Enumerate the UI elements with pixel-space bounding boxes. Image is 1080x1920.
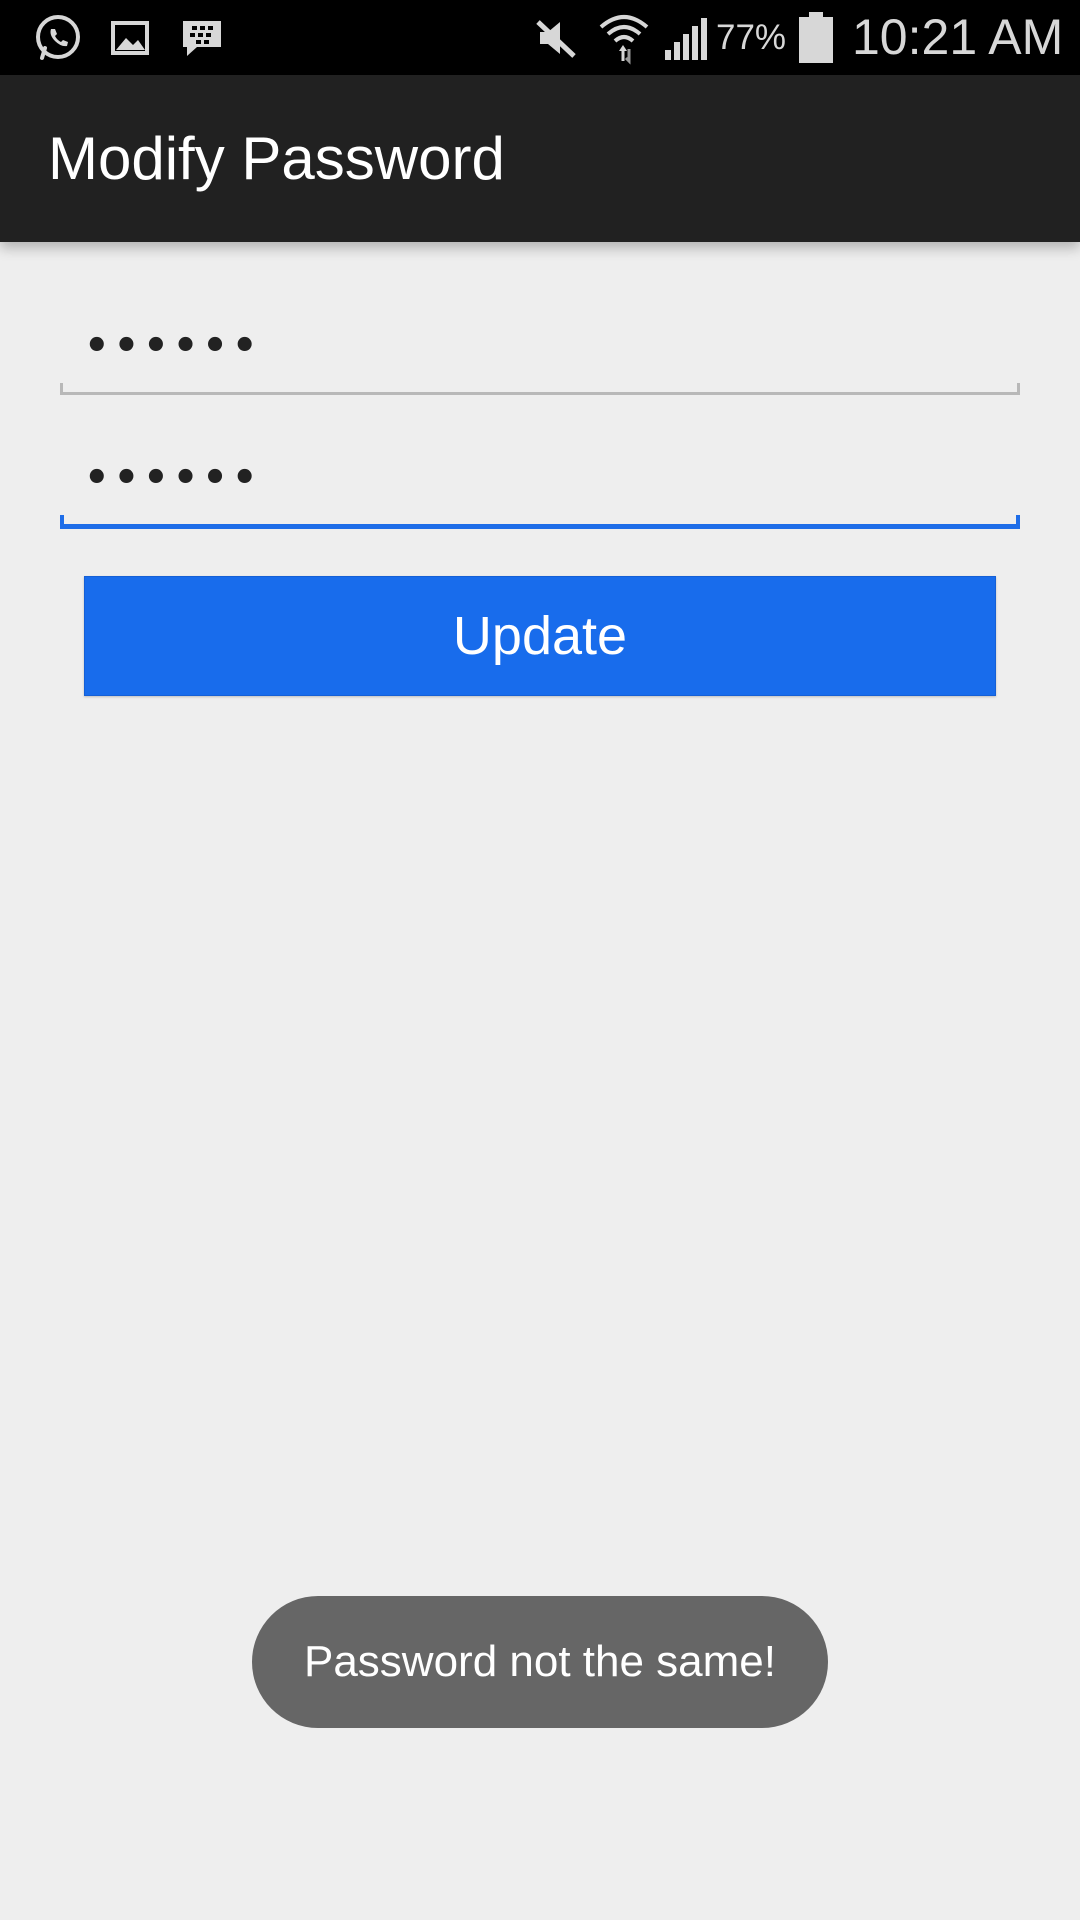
whatsapp-icon bbox=[28, 0, 88, 75]
bbm-icon bbox=[178, 0, 226, 75]
confirm-password-field[interactable] bbox=[60, 430, 1020, 526]
gallery-icon bbox=[106, 0, 154, 75]
mute-icon bbox=[528, 0, 584, 75]
status-bar: 77% 10:21 AM bbox=[0, 0, 1080, 75]
new-password-field[interactable] bbox=[60, 298, 1020, 394]
battery-icon bbox=[796, 0, 836, 75]
action-bar: Modify Password bbox=[0, 75, 1080, 242]
battery-percent: 77% bbox=[716, 18, 787, 57]
page-title: Modify Password bbox=[48, 125, 505, 192]
signal-icon bbox=[660, 0, 710, 75]
new-password-underline bbox=[60, 383, 1020, 395]
screen: 77% 10:21 AM Modify Password Update Pass… bbox=[0, 0, 1080, 1920]
wifi-icon bbox=[596, 0, 652, 75]
update-button[interactable]: Update bbox=[84, 576, 996, 696]
status-time: 10:21 AM bbox=[852, 9, 1064, 65]
toast: Password not the same! bbox=[252, 1596, 828, 1728]
confirm-password-underline bbox=[60, 515, 1020, 529]
toast-message: Password not the same! bbox=[303, 1637, 776, 1686]
